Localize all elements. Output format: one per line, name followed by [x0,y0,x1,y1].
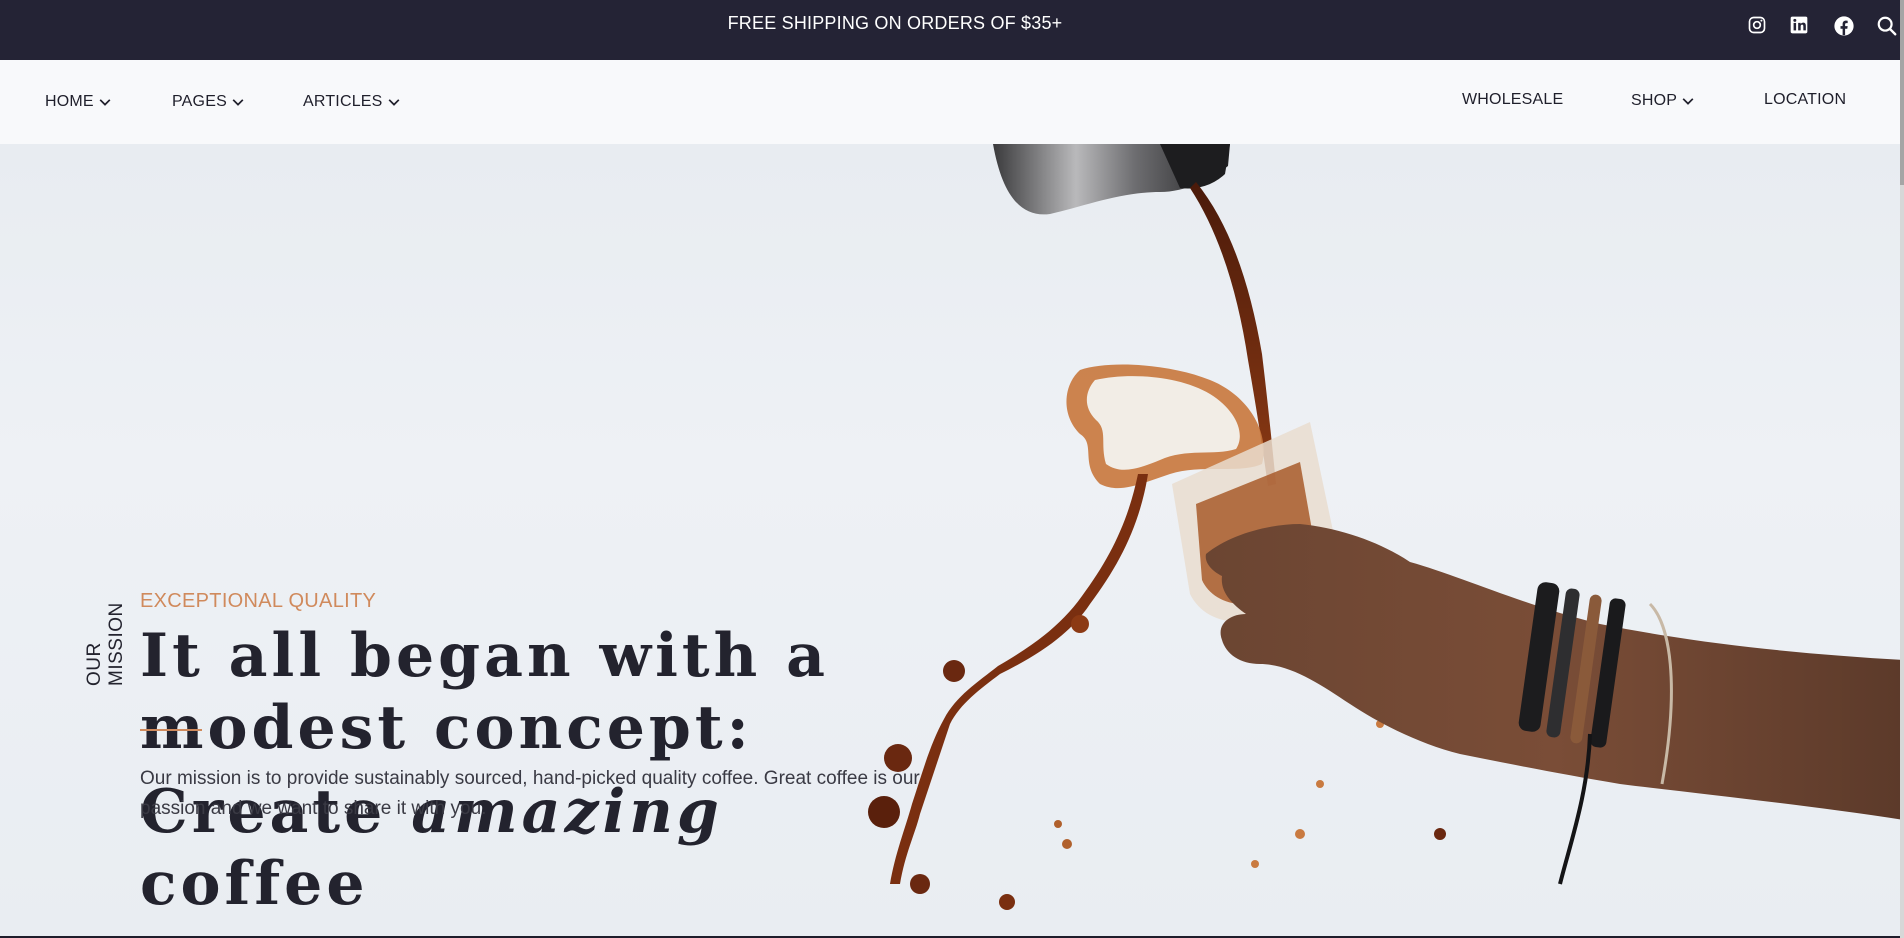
nav-item-location[interactable]: LOCATION [1764,91,1846,109]
shipping-promo: FREE SHIPPING ON ORDERS OF $35+ [727,13,1063,33]
chevron-down-icon [232,99,244,106]
nav-item-home[interactable]: HOME [45,93,112,111]
nav-item-label: LOCATION [1764,91,1847,108]
nav-item-label: SHOP [1631,92,1678,109]
accent-divider [140,729,202,731]
hero-eyebrow: EXCEPTIONAL QUALITY [140,590,377,612]
chevron-down-icon [388,99,399,106]
mission-body-text: Our mission is to provide sustainably so… [140,768,920,819]
nav-item-wholesale[interactable]: WHOLESALE [1462,91,1563,109]
nav-item-label: PAGES [172,93,227,110]
nav-item-label: WHOLESALE [1462,91,1564,108]
hero-section: OUR MISSION EXCEPTIONAL QUALITY It all b… [0,144,1904,936]
nav-item-shop[interactable]: SHOP [1631,92,1695,110]
chevron-down-icon [1682,98,1694,105]
instagram-icon[interactable] [1747,15,1769,37]
page-scrollbar[interactable] [1900,0,1904,938]
search-icon[interactable] [1876,15,1898,37]
main-navigation: HOME PAGES ARTICLES WHOLESALE SHOP LOCAT… [0,60,1904,144]
nav-item-articles[interactable]: ARTICLES [303,93,401,111]
facebook-icon[interactable] [1833,15,1855,37]
nav-item-pages[interactable]: PAGES [172,93,245,111]
headline-line-1: It all began with a [140,621,830,691]
nav-item-label: ARTICLES [303,93,383,110]
linkedin-icon[interactable] [1789,15,1811,37]
announcement-bar: FREE SHIPPING ON ORDERS OF $35+ [0,0,1904,60]
nav-item-label: HOME [45,93,94,110]
headline-word-coffee: coffee [140,849,369,919]
scrollbar-thumb[interactable] [1900,0,1904,185]
headline-line-2: modest concept: [140,693,753,763]
chevron-down-icon [99,99,111,106]
our-mission-side-label: OUR MISSION [84,602,127,686]
